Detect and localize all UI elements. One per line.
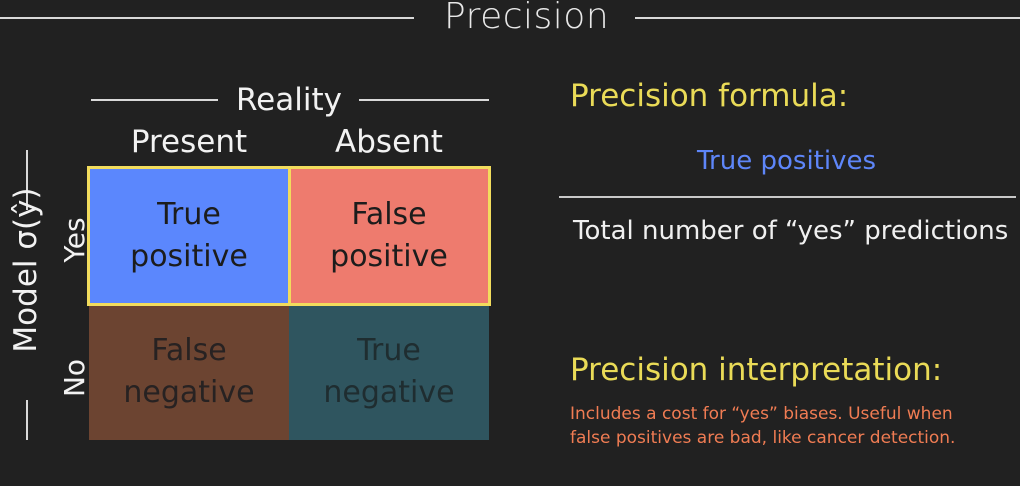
- formula-denominator: Total number of “yes” predictions: [573, 216, 1009, 246]
- page-title: Precision: [444, 0, 610, 37]
- cell-label-line: True: [357, 333, 421, 368]
- model-rule-bottom: [26, 400, 28, 440]
- reality-header: Reality: [236, 82, 342, 118]
- reality-rule-left: [91, 99, 218, 101]
- interpretation-line: false positives are bad, like cancer det…: [570, 428, 956, 448]
- title-rule-right: [635, 17, 1020, 19]
- fraction-bar: [559, 196, 1016, 198]
- cell-false-negative: False negative: [89, 304, 289, 440]
- model-axis-label: Model σ(ŷ): [8, 187, 44, 353]
- cell-label-line: negative: [323, 375, 455, 410]
- column-absent: Absent: [335, 124, 443, 160]
- cell-label-line: False: [151, 333, 227, 368]
- reality-rule-right: [359, 99, 489, 101]
- formula-heading: Precision formula:: [570, 78, 849, 114]
- formula-numerator: True positives: [697, 146, 877, 176]
- column-present: Present: [130, 124, 248, 160]
- title-rule-left: [0, 17, 414, 19]
- cell-true-negative: True negative: [289, 304, 489, 440]
- interpretation-heading: Precision interpretation:: [570, 352, 943, 388]
- cell-label-line: negative: [123, 375, 255, 410]
- yes-row-divider: [288, 168, 291, 304]
- interpretation-text: Includes a cost for “yes” biases. Useful…: [570, 402, 1010, 450]
- interpretation-line: Includes a cost for “yes” biases. Useful…: [570, 404, 953, 424]
